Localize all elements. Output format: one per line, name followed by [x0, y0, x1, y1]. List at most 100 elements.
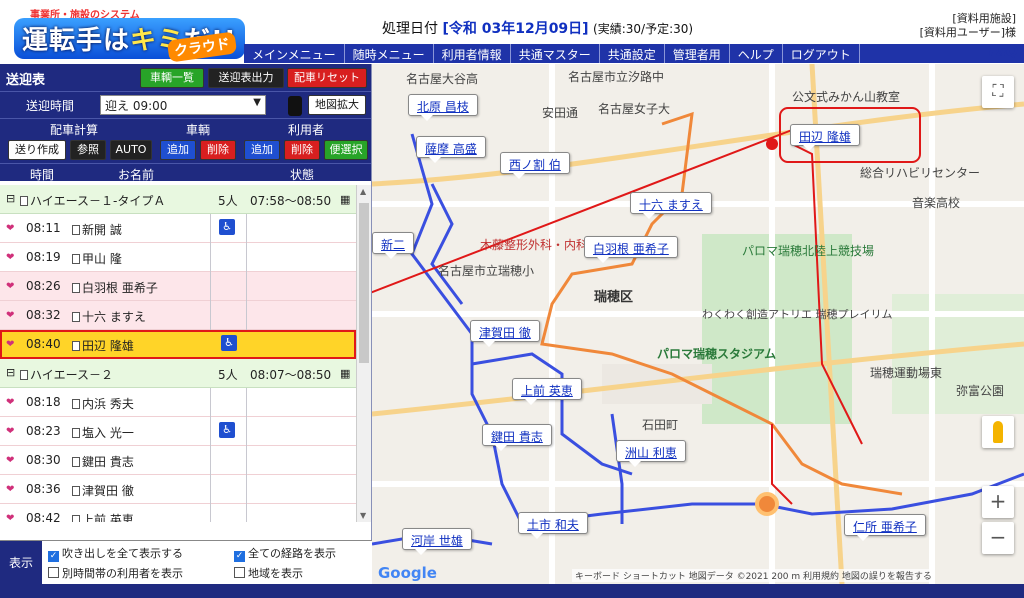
row-time: 08:40: [26, 337, 61, 351]
map-zoom-button[interactable]: 地図拡大: [308, 95, 366, 115]
vehicle-add-button[interactable]: 追加: [160, 140, 196, 160]
user-bubble[interactable]: 上前 英恵: [512, 378, 582, 405]
user-bubble[interactable]: 薩摩 高盛: [416, 136, 486, 163]
fullscreen-icon[interactable]: ⛶: [982, 76, 1014, 108]
street-view-icon[interactable]: [982, 416, 1014, 448]
menu-logout[interactable]: ログアウト: [783, 44, 860, 63]
menu-common-master[interactable]: 共通マスター: [511, 44, 600, 63]
menu-help[interactable]: ヘルプ: [730, 44, 783, 63]
collapse-icon[interactable]: ⊟: [6, 192, 15, 205]
zoom-in-button[interactable]: +: [982, 486, 1014, 518]
menu-user-info[interactable]: 利用者情報: [434, 44, 511, 63]
calc-label: 配車計算: [50, 123, 99, 137]
heart-icon: ❤: [6, 426, 15, 437]
auto-button[interactable]: AUTO: [110, 140, 152, 160]
show-all-bubbles-checkbox[interactable]: ✓ 吹き出しを全て表示する: [48, 545, 183, 562]
calendar-icon[interactable]: ▦: [340, 367, 350, 380]
calendar-icon[interactable]: ▦: [340, 193, 350, 206]
time-select-value: 迎え 09:00: [105, 99, 168, 113]
vehicle-group-row[interactable]: ⊟ ハイエース－２ 5人 08:07～08:50 ▦: [0, 359, 356, 388]
menu-main[interactable]: メインメニュー: [244, 44, 345, 63]
row-name: 白羽根 亜希子: [72, 279, 158, 296]
user-label: 利用者: [288, 123, 325, 137]
list-scrollbar[interactable]: ▲ ▼: [356, 185, 371, 522]
menu-adhoc[interactable]: 随時メニュー: [345, 44, 434, 63]
document-icon: [20, 196, 28, 206]
user-bubble[interactable]: 土市 和夫: [518, 512, 588, 539]
user-bubble[interactable]: 河岸 世雄: [402, 528, 472, 555]
row-name-text: 津賀田 徹: [82, 484, 134, 498]
map-label-mikan: 公文式みかん山教室: [792, 90, 901, 104]
show-other-time-users-checkbox[interactable]: 別時間帯の利用者を表示: [48, 565, 183, 581]
scroll-thumb[interactable]: [359, 203, 369, 363]
user-add-button[interactable]: 追加: [244, 140, 280, 160]
option-label: 吹き出しを全て表示する: [62, 547, 183, 560]
show-all-routes-checkbox[interactable]: ✓ 全ての経路を表示: [234, 545, 336, 562]
user-bubble[interactable]: 西ノ割 伯: [500, 152, 570, 179]
time-select[interactable]: 迎え 09:00 ▼: [100, 95, 266, 115]
map-label-yayoi: 弥富公園: [956, 384, 1005, 398]
faq-link[interactable]: FaQ: [989, 44, 1018, 60]
row-name-text: 塩入 光一: [82, 426, 134, 440]
show-area-checkbox[interactable]: 地域を表示: [234, 565, 303, 581]
user-delete-button[interactable]: 削除: [284, 140, 320, 160]
table-row[interactable]: ❤ 08:42 上前 英恵: [0, 504, 356, 522]
row-time: 08:18: [26, 395, 61, 409]
output-sheet-button[interactable]: 送迎表出力: [208, 68, 284, 88]
table-row[interactable]: ❤ 08:18 内浜 秀夫: [0, 388, 356, 417]
user-bubble[interactable]: 津賀田 徹: [470, 320, 540, 347]
table-row[interactable]: ❤ 08:30 鍵田 貴志: [0, 446, 356, 475]
scroll-up-icon[interactable]: ▲: [360, 187, 366, 196]
action-bar: 送り作成 参照 AUTO 追加 削除 追加 削除 便選択: [0, 137, 371, 163]
heart-icon: ❤: [6, 484, 15, 495]
user-bubble[interactable]: 鍵田 貴志: [482, 424, 552, 451]
row-time: 08:36: [26, 482, 61, 496]
document-icon: [72, 341, 80, 351]
time-bar: 送迎時間 迎え 09:00 ▼ 地図拡大: [0, 91, 371, 118]
user-bubble[interactable]: 洲山 利恵: [616, 440, 686, 467]
document-icon: [20, 370, 28, 380]
col-status: 状態: [290, 168, 315, 182]
table-row-selected[interactable]: ❤ 08:40 田辺 隆雄 ♿: [0, 330, 356, 359]
table-row[interactable]: ❤ 08:26 白羽根 亜希子: [0, 272, 356, 301]
user-bubble[interactable]: 仁所 亜希子: [844, 514, 926, 541]
table-row[interactable]: ❤ 08:11 新開 誠 ♿: [0, 214, 356, 243]
user-bubble[interactable]: 白羽根 亜希子: [584, 236, 678, 263]
trip-select-button[interactable]: 便選択: [324, 140, 368, 160]
document-icon: [72, 428, 80, 438]
table-row[interactable]: ❤ 08:23 塩入 光一 ♿: [0, 417, 356, 446]
google-logo: Google: [378, 564, 437, 582]
create-send-button[interactable]: 送り作成: [8, 140, 66, 160]
table-row[interactable]: ❤ 08:32 十六 ますえ: [0, 301, 356, 330]
zoom-out-button[interactable]: −: [982, 522, 1014, 554]
vehicle-delete-button[interactable]: 削除: [200, 140, 236, 160]
user-bubble[interactable]: 十六 ますえ: [630, 192, 712, 219]
vehicle-group-row[interactable]: ⊟ ハイエース－１-タイプＡ 5人 07:58～08:50 ▦: [0, 185, 356, 214]
group-name: ハイエース－２: [20, 366, 113, 383]
document-icon: [72, 486, 80, 496]
document-icon: [72, 254, 80, 264]
route-map[interactable]: 瑞穂区 パロマ瑞穂スタジアム パロマ瑞穂北陸上競技場 わくわく創造アトリエ 瑞穂…: [372, 64, 1024, 584]
user-bubble[interactable]: 北原 昌枝: [408, 94, 478, 121]
user-bubble-selected[interactable]: 田辺 隆雄: [790, 124, 860, 151]
table-row[interactable]: ❤ 08:19 甲山 隆: [0, 243, 356, 272]
group-name-text: ハイエース－２: [30, 368, 114, 382]
document-icon: [72, 457, 80, 467]
map-label-ongaku: 音楽高校: [912, 196, 961, 210]
scroll-down-icon[interactable]: ▼: [360, 511, 366, 520]
reference-button[interactable]: 参照: [70, 140, 106, 160]
dispatch-reset-button[interactable]: 配車リセット: [287, 68, 367, 88]
map-label-clinic: 木藤整形外科・内科: [480, 238, 589, 252]
divider: [210, 417, 211, 446]
toggle-switch[interactable]: [288, 96, 302, 116]
divider: [210, 388, 211, 417]
table-row[interactable]: ❤ 08:36 津賀田 徹: [0, 475, 356, 504]
vehicle-list-button[interactable]: 車輌一覧: [140, 68, 204, 88]
menu-common-settings[interactable]: 共通設定: [600, 44, 665, 63]
collapse-icon[interactable]: ⊟: [6, 366, 15, 379]
divider: [246, 301, 247, 330]
user-bubble[interactable]: 新二: [372, 232, 415, 259]
row-time: 08:19: [26, 250, 61, 264]
app-logo[interactable]: 事業所・施設のシステム 運転手はキミだ!! クラウド: [8, 4, 248, 63]
menu-admin[interactable]: 管理者用: [665, 44, 730, 63]
